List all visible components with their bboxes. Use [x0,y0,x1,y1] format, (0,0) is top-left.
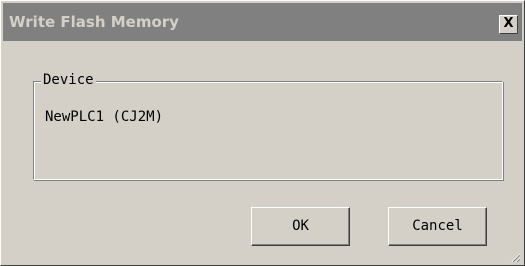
title-bar[interactable]: Write Flash Memory X [3,3,522,41]
close-button[interactable]: X [499,15,518,34]
cancel-button[interactable]: Cancel [388,207,487,246]
write-flash-memory-dialog: Write Flash Memory X Device NewPLC1 (CJ2… [0,0,525,266]
device-name-value: NewPLC1 (CJ2M) [45,109,164,125]
device-group-label: Device [41,71,96,89]
ok-button[interactable]: OK [251,207,350,246]
device-groupbox [33,81,503,180]
close-icon: X [503,16,514,31]
resize-grip-icon[interactable] [511,253,521,263]
dialog-title: Write Flash Memory [9,13,179,31]
